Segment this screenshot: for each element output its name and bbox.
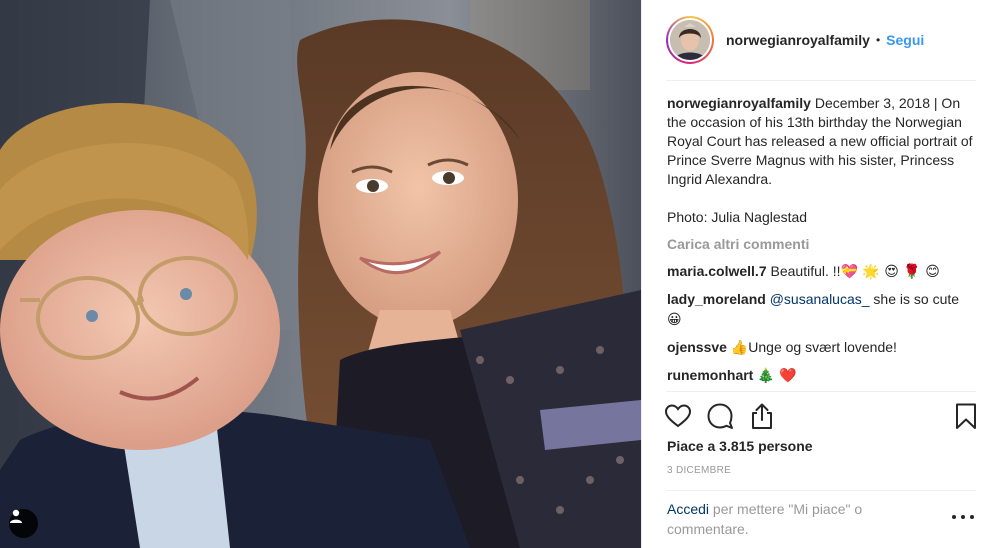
bookmark-icon (956, 403, 976, 429)
portrait-photo (0, 0, 641, 548)
more-options-icon (952, 515, 956, 519)
instagram-post: norwegianroyalfamily • Segui norwegianro… (0, 0, 1000, 548)
actions-divider (666, 391, 976, 392)
comment-bubble-icon (707, 403, 733, 429)
comment-username[interactable]: ojenssve (667, 339, 727, 355)
post-header: norwegianroyalfamily • Segui (642, 0, 1000, 80)
comment-username[interactable]: maria.colwell.7 (667, 263, 767, 279)
comment-button[interactable] (706, 402, 734, 430)
follow-button[interactable]: Segui (886, 32, 924, 48)
comment-item: runemonhart 🎄 ❤️ (667, 365, 977, 386)
comment-text: Beautiful. !! (770, 263, 841, 279)
avatar-border (668, 18, 712, 62)
post-date[interactable]: 3 DICEMBRE (667, 465, 731, 476)
like-button[interactable] (664, 402, 692, 430)
save-button[interactable] (952, 402, 980, 430)
more-options-icon (970, 515, 974, 519)
comment-item: ojenssve 👍Unge og svært lovende! (667, 337, 977, 358)
comment-emoji: 💝 🌟 😍 🌹 😊 (840, 264, 940, 280)
action-bar (664, 400, 980, 432)
header-separator: • (875, 33, 881, 47)
comment-item: maria.colwell.7 Beautiful. !!💝 🌟 😍 🌹 😊 (667, 261, 977, 282)
photo-credit: Photo: Julia Naglestad (667, 209, 808, 225)
more-options-icon (961, 515, 965, 519)
heart-icon (664, 404, 692, 428)
share-icon (752, 403, 772, 429)
caption-username[interactable]: norwegianroyalfamily (667, 95, 811, 111)
comment-item: lady_moreland @susanalucas_ she is so cu… (667, 289, 977, 330)
comment-emoji: 🎄 ❤️ (757, 368, 797, 384)
login-link[interactable]: Accedi (667, 501, 709, 517)
comment-username[interactable]: lady_moreland (667, 291, 766, 307)
comments-section: norwegianroyalfamily December 3, 2018 | … (667, 94, 977, 386)
comment-emoji: 😀 (667, 312, 682, 328)
comment-emoji: 👍 (730, 340, 749, 356)
comment-text: she is so cute (869, 291, 960, 307)
avatar-image (670, 20, 710, 60)
post-side-panel: norwegianroyalfamily • Segui norwegianro… (641, 0, 1000, 548)
avatar[interactable] (666, 16, 714, 64)
comment-username[interactable]: runemonhart (667, 367, 753, 383)
person-icon (10, 509, 22, 523)
comment-text: Unge og svært lovende! (748, 339, 897, 355)
share-button[interactable] (748, 402, 776, 430)
header-divider (666, 80, 976, 81)
avatar-portrait-icon (670, 20, 710, 60)
login-prompt: Accedi per mettere "Mi piace" o commenta… (667, 499, 917, 539)
more-options-button[interactable] (952, 510, 974, 524)
load-more-comments-button[interactable]: Carica altri commenti (667, 235, 977, 254)
post-caption: norwegianroyalfamily December 3, 2018 | … (667, 94, 977, 189)
user-tags-button[interactable] (9, 509, 38, 538)
header-username[interactable]: norwegianroyalfamily (726, 32, 870, 48)
likes-count[interactable]: Piace a 3.815 persone (667, 438, 813, 454)
post-photo[interactable] (0, 0, 641, 548)
comment-mention[interactable]: @susanalucas_ (770, 291, 870, 307)
login-divider (666, 490, 976, 491)
